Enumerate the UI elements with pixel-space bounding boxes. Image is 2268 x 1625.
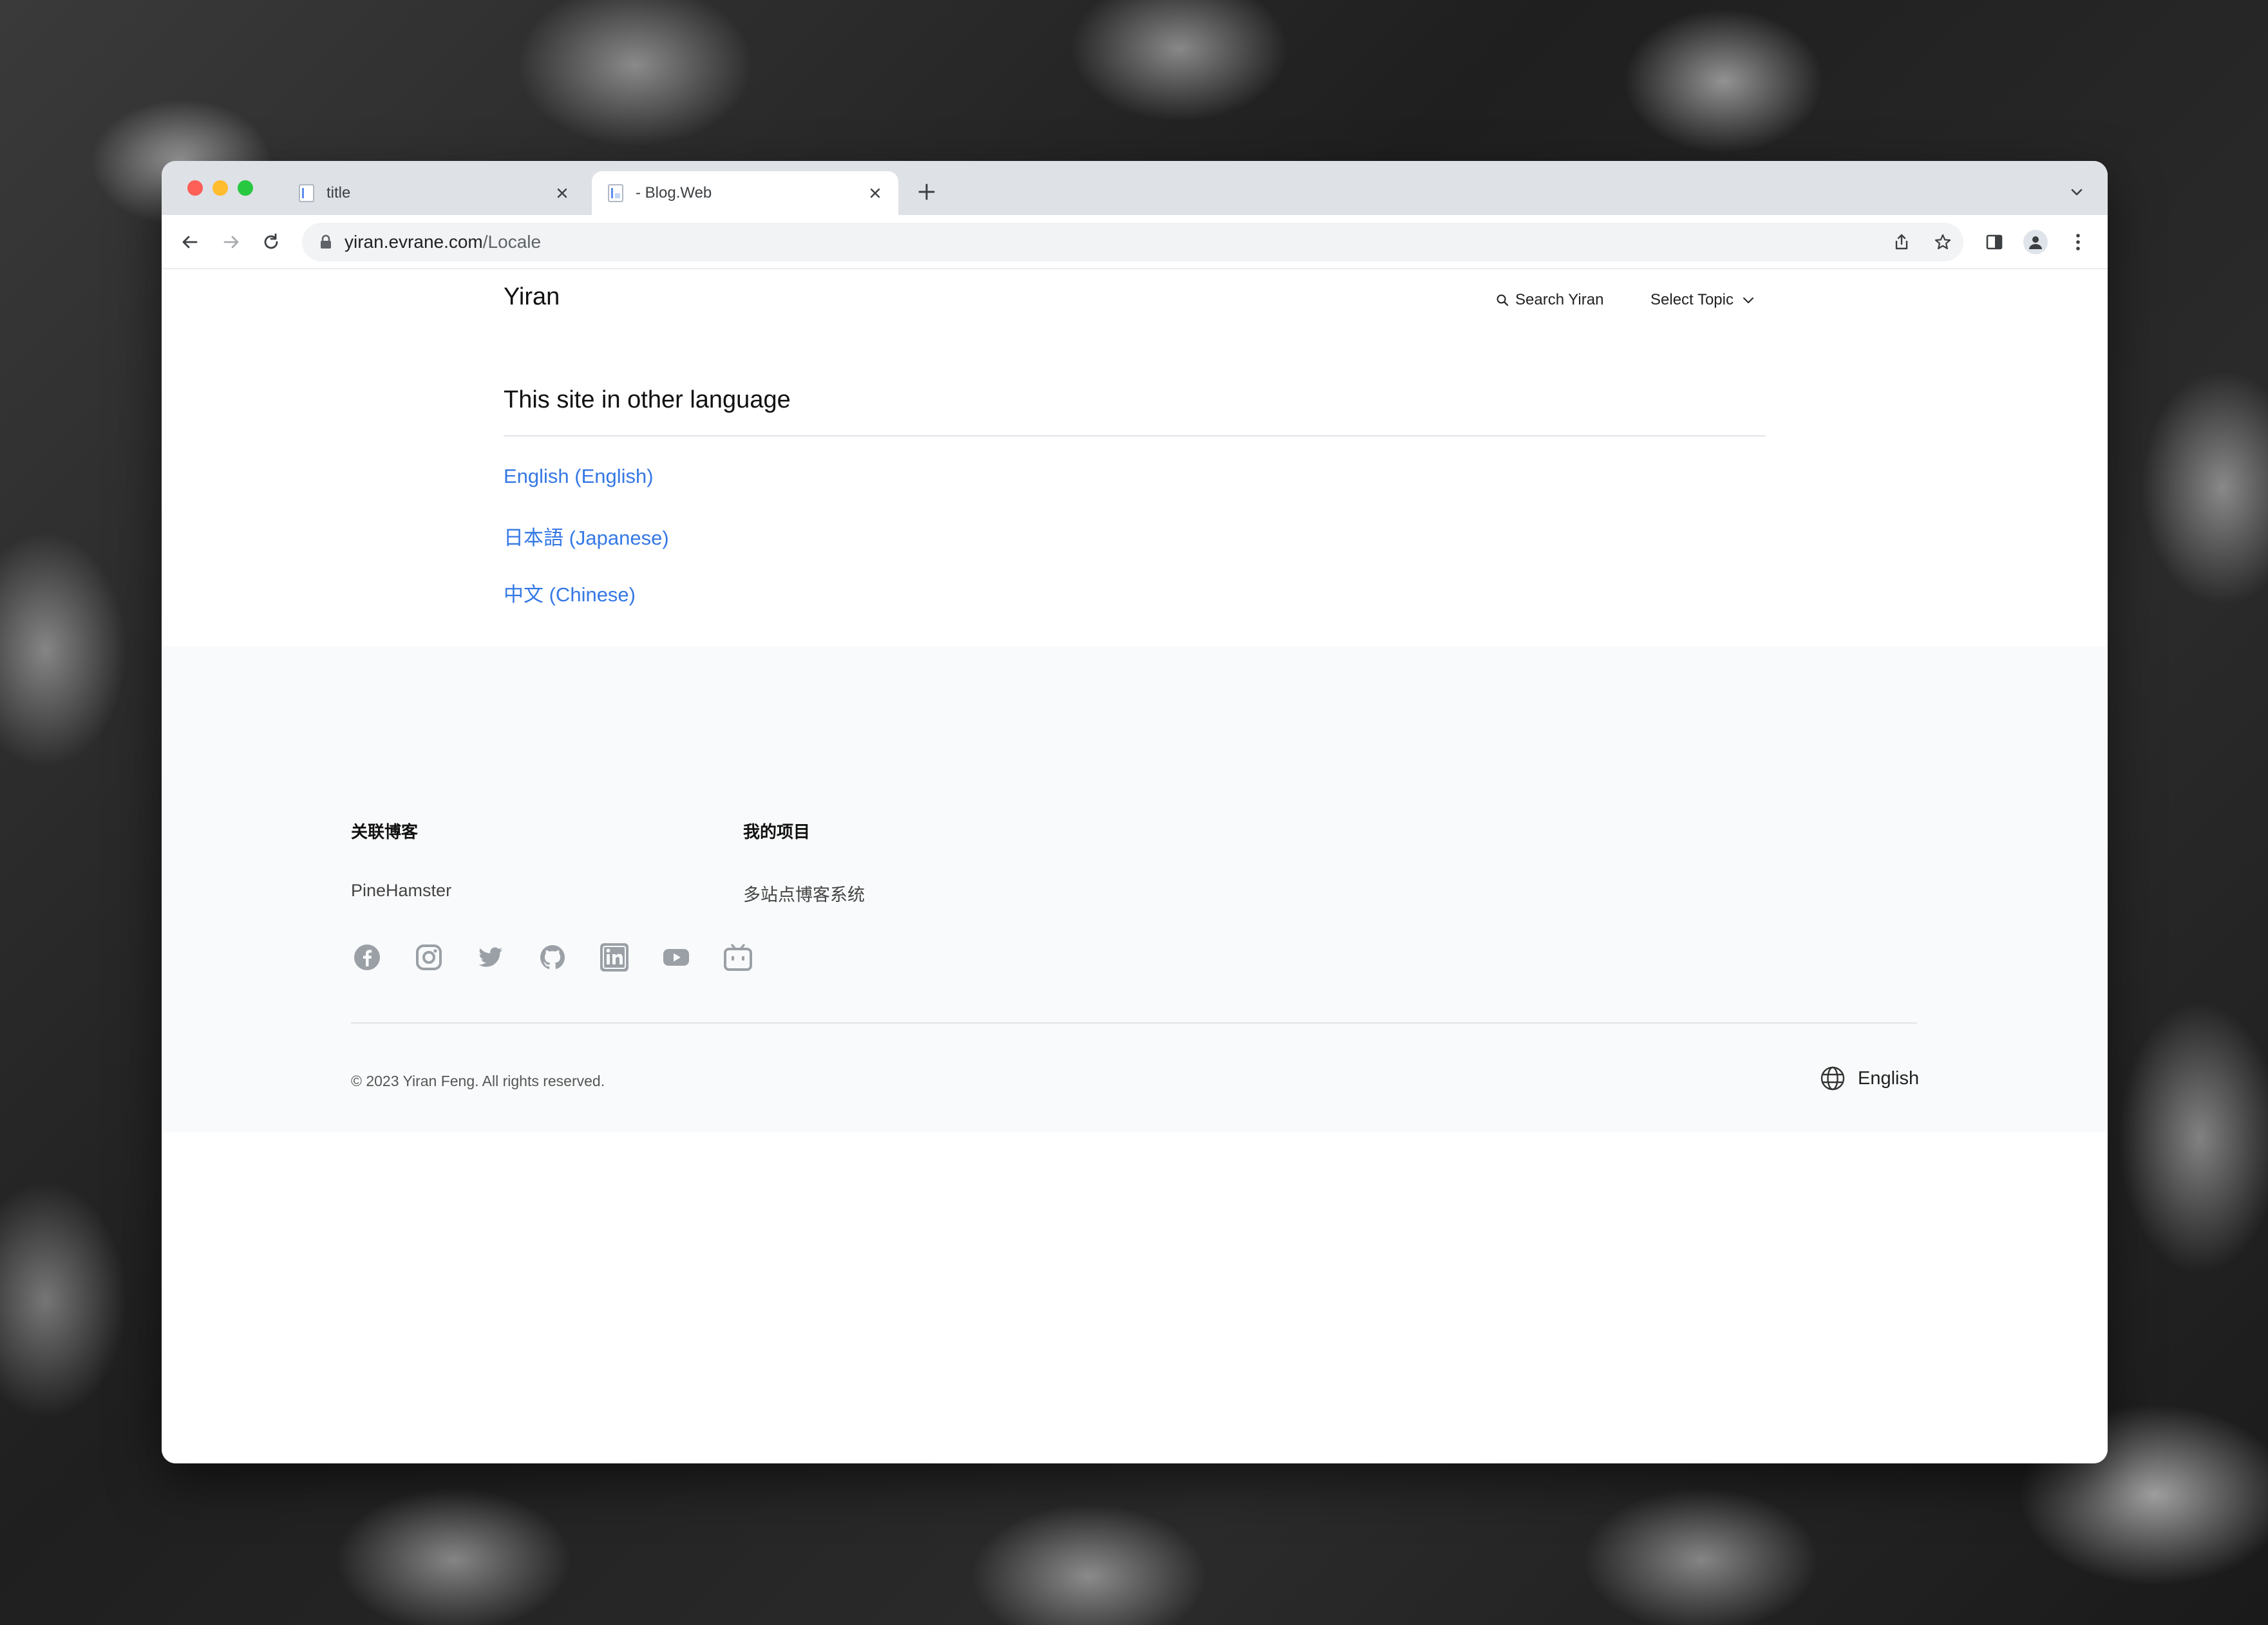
page-content: Yiran Search Yiran Select Topic This sit… (162, 269, 2108, 1463)
tab-strip: title - Blog.Web (162, 161, 2108, 215)
new-tab-icon[interactable] (914, 179, 940, 205)
language-link-chinese[interactable]: 中文 (Chinese) (504, 578, 636, 607)
twitter-icon[interactable] (475, 941, 507, 973)
social-links (351, 941, 784, 973)
address-bar[interactable]: yiran.evrane.com/Locale (302, 223, 1963, 261)
site-title[interactable]: Yiran (504, 283, 560, 311)
close-window-button[interactable] (187, 180, 203, 196)
select-topic-dropdown[interactable]: Select Topic (1650, 291, 1755, 309)
bookmark-star-icon[interactable] (1931, 230, 1954, 254)
page-favicon-icon (298, 183, 315, 203)
maximize-window-button[interactable] (238, 180, 253, 196)
close-tab-icon[interactable] (551, 182, 574, 205)
url-text: yiran.evrane.com/Locale (345, 232, 542, 252)
footer-link-multisite-blog[interactable]: 多站点博客系统 (743, 881, 865, 906)
profile-avatar-icon[interactable] (2023, 229, 2048, 255)
github-icon[interactable] (536, 941, 569, 973)
search-button[interactable]: Search Yiran (1496, 291, 1603, 309)
page-heading: This site in other language (504, 386, 791, 413)
back-arrow-icon[interactable] (177, 229, 203, 255)
linkedin-icon[interactable] (598, 941, 630, 973)
tab-label: - Blog.Web (636, 184, 712, 202)
site-footer: 关联博客 我的项目 PineHamster 多站点博客系统 © 2023 Yir… (162, 646, 2108, 1132)
footer-divider (351, 1022, 1917, 1024)
footer-link-pinehamster[interactable]: PineHamster (351, 881, 451, 901)
language-selector[interactable]: English (1819, 1065, 1919, 1092)
search-icon (1497, 294, 1509, 306)
bilibili-icon[interactable] (722, 941, 754, 973)
browser-toolbar: yiran.evrane.com/Locale (162, 215, 2108, 269)
youtube-icon[interactable] (660, 941, 692, 973)
reload-icon[interactable] (258, 229, 284, 255)
copyright-text: © 2023 Yiran Feng. All rights reserved. (351, 1073, 605, 1089)
kebab-menu-icon[interactable] (2065, 229, 2091, 255)
close-tab-icon[interactable] (864, 182, 887, 205)
select-topic-label: Select Topic (1650, 291, 1734, 308)
globe-icon (1820, 1066, 1845, 1091)
minimize-window-button[interactable] (213, 180, 228, 196)
side-panel-icon[interactable] (1981, 229, 2007, 255)
footer-column-title-my-projects: 我的项目 (743, 822, 811, 841)
instagram-icon[interactable] (413, 941, 445, 973)
share-icon[interactable] (1890, 230, 1913, 254)
tab-title[interactable]: title (283, 171, 585, 215)
chevron-down-icon (1743, 297, 1753, 303)
search-label: Search Yiran (1515, 291, 1604, 308)
tab-search-chevron-icon[interactable] (2065, 180, 2088, 203)
facebook-icon[interactable] (351, 941, 383, 973)
tab-blog-web[interactable]: - Blog.Web (592, 171, 898, 215)
language-label: English (1858, 1067, 1920, 1089)
footer-column-title-related-blogs: 关联博客 (351, 822, 419, 841)
page-favicon-icon (607, 183, 624, 203)
tab-label: title (326, 184, 351, 202)
forward-arrow-icon[interactable] (218, 229, 244, 255)
language-link-english[interactable]: English (English) (504, 465, 654, 488)
language-link-japanese[interactable]: 日本語 (Japanese) (504, 521, 669, 550)
lock-icon[interactable] (316, 232, 335, 252)
heading-divider (504, 435, 1766, 437)
browser-window: title - Blog.Web yiran.evrane.com/Locale… (162, 161, 2108, 1463)
